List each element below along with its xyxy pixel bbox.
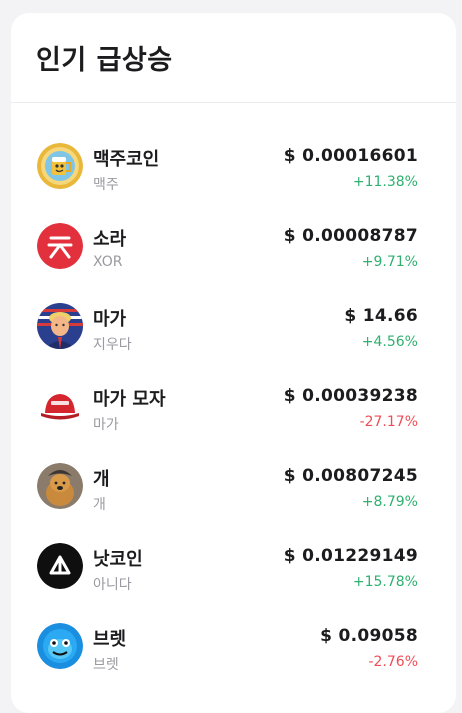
trending-card: 인기 급상승 맥주코인 맥주 $ 0.00016601 +11.38% 소라 X… bbox=[11, 13, 456, 713]
card-header: 인기 급상승 bbox=[11, 13, 456, 103]
coin-price: $ 0.00016601 bbox=[283, 146, 418, 166]
coin-name: 마가 bbox=[93, 309, 127, 330]
coin-row-maga[interactable]: 마가 지우다 $ 14.66 +4.56% bbox=[11, 291, 456, 371]
coin-price: $ 0.00008787 bbox=[283, 226, 418, 246]
coin-symbol: 브렛 bbox=[93, 657, 119, 673]
maga-portrait-icon bbox=[37, 303, 83, 349]
coin-change: -27.17% bbox=[359, 414, 418, 430]
coin-name: 브렛 bbox=[93, 629, 127, 650]
coin-name: 개 bbox=[93, 469, 110, 490]
coin-name: 낫코인 bbox=[93, 549, 143, 570]
coin-name: 소라 bbox=[93, 229, 127, 250]
coin-row-maga-hat[interactable]: 마가 모자 마가 $ 0.00039238 -27.17% bbox=[11, 371, 456, 451]
coin-change: -2.76% bbox=[368, 654, 418, 670]
coin-symbol: 아니다 bbox=[93, 577, 132, 593]
coin-symbol: XOR bbox=[93, 254, 123, 270]
dog-icon bbox=[37, 463, 83, 509]
coin-row-brett[interactable]: 브렛 브렛 $ 0.09058 -2.76% bbox=[11, 611, 456, 691]
coin-change: +8.79% bbox=[361, 494, 418, 510]
coin-symbol: 개 bbox=[93, 497, 106, 513]
coin-name: 마가 모자 bbox=[93, 389, 166, 410]
coin-row-beer[interactable]: 맥주코인 맥주 $ 0.00016601 +11.38% bbox=[11, 131, 456, 211]
red-hat-icon bbox=[37, 383, 83, 429]
coin-symbol: 마가 bbox=[93, 417, 119, 433]
coin-row-sora[interactable]: 소라 XOR $ 0.00008787 +9.71% bbox=[11, 211, 456, 291]
brett-logo-icon bbox=[37, 623, 83, 669]
notcoin-logo-icon bbox=[37, 543, 83, 589]
coin-price: $ 0.00039238 bbox=[283, 386, 418, 406]
coin-change: +4.56% bbox=[361, 334, 418, 350]
coin-price: $ 0.01229149 bbox=[283, 546, 418, 566]
coin-row-dog[interactable]: 개 개 $ 0.00807245 +8.79% bbox=[11, 451, 456, 531]
card-title: 인기 급상승 bbox=[36, 45, 173, 76]
coin-symbol: 맥주 bbox=[93, 177, 119, 193]
coin-change: +9.71% bbox=[361, 254, 418, 270]
coin-name: 맥주코인 bbox=[93, 149, 160, 170]
coin-price: $ 0.00807245 bbox=[283, 466, 418, 486]
coin-symbol: 지우다 bbox=[93, 337, 132, 353]
sora-logo-icon bbox=[37, 223, 83, 269]
coin-change: +15.78% bbox=[352, 574, 418, 590]
coin-price: $ 0.09058 bbox=[320, 626, 418, 646]
coin-change: +11.38% bbox=[352, 174, 418, 190]
coin-row-notcoin[interactable]: 낫코인 아니다 $ 0.01229149 +15.78% bbox=[11, 531, 456, 611]
coin-price: $ 14.66 bbox=[344, 306, 418, 326]
beer-coin-logo-icon bbox=[37, 143, 83, 189]
